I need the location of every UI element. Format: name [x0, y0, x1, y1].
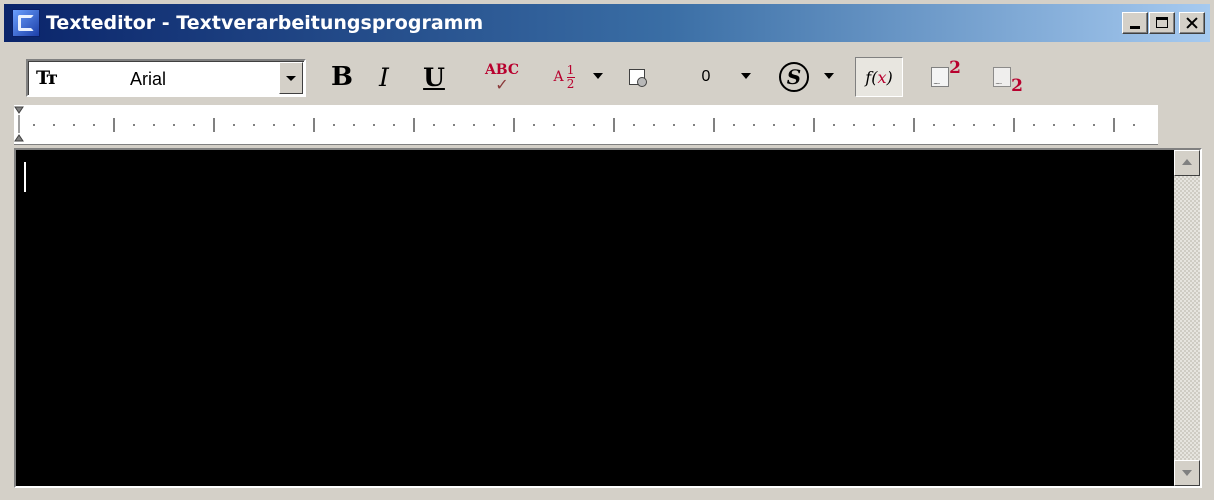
- minimize-button[interactable]: [1122, 12, 1148, 34]
- font-select[interactable]: Tт Arial: [26, 59, 306, 97]
- superscript-box-icon: [931, 67, 950, 87]
- indent-marker-icon[interactable]: [14, 105, 26, 145]
- text-caret: [24, 162, 26, 192]
- subscript-button[interactable]: 2: [984, 58, 1032, 96]
- symbol-s-icon: S: [779, 62, 809, 92]
- table-icon: [629, 69, 647, 87]
- fraction-numerator: 1: [566, 62, 575, 77]
- underline-button[interactable]: U: [414, 58, 454, 96]
- subscript-digit: 2: [1011, 76, 1023, 96]
- fraction-prefix: A: [553, 69, 564, 85]
- subscript-box-icon: [993, 67, 1012, 87]
- vertical-scrollbar[interactable]: [1174, 150, 1200, 486]
- superscript-button[interactable]: 2: [922, 58, 970, 96]
- insert-table-button[interactable]: [624, 58, 650, 96]
- fraction-button[interactable]: A 1 2: [542, 58, 586, 96]
- fraction-icon: 1 2: [566, 62, 575, 91]
- font-name-value: Arial: [130, 69, 167, 89]
- number-value: 0: [701, 68, 711, 85]
- function-suffix: ): [886, 67, 893, 87]
- close-button[interactable]: [1179, 12, 1205, 34]
- symbol-dropdown-icon[interactable]: [824, 73, 834, 79]
- font-dropdown-button[interactable]: [279, 62, 303, 94]
- scroll-up-button[interactable]: [1174, 150, 1200, 176]
- function-button[interactable]: f(x): [855, 57, 903, 97]
- formatting-toolbar: Tт Arial B I U ABC ✓ A 1 2 0 S f(x) ..…: [4, 50, 1210, 102]
- checkmark-icon: ✓: [495, 75, 509, 94]
- fraction-dropdown-icon[interactable]: [593, 73, 603, 79]
- text-editor-area[interactable]: [14, 148, 1202, 488]
- title-bar[interactable]: Texteditor - Textverarbeitungsprogramm: [4, 4, 1210, 42]
- superscript-digit: 2: [949, 58, 961, 78]
- spellcheck-button[interactable]: ABC ✓: [472, 58, 532, 96]
- symbol-button[interactable]: S: [774, 58, 814, 96]
- window-title: Texteditor - Textverarbeitungsprogramm: [46, 12, 484, 34]
- maximize-button[interactable]: [1149, 12, 1175, 34]
- ruler-ticks: [33, 118, 1135, 132]
- truetype-font-icon: Tт: [36, 67, 58, 89]
- ruler[interactable]: [14, 105, 1158, 145]
- texteditor-window: Texteditor - Textverarbeitungsprogramm T…: [0, 0, 1214, 500]
- number-dropdown-icon[interactable]: [741, 73, 751, 79]
- app-icon[interactable]: [12, 9, 40, 37]
- fraction-denominator: 2: [566, 76, 575, 91]
- function-prefix: f(: [865, 67, 878, 87]
- scroll-down-button[interactable]: [1174, 460, 1200, 486]
- italic-button[interactable]: I: [366, 58, 402, 96]
- bold-button[interactable]: B: [322, 58, 362, 96]
